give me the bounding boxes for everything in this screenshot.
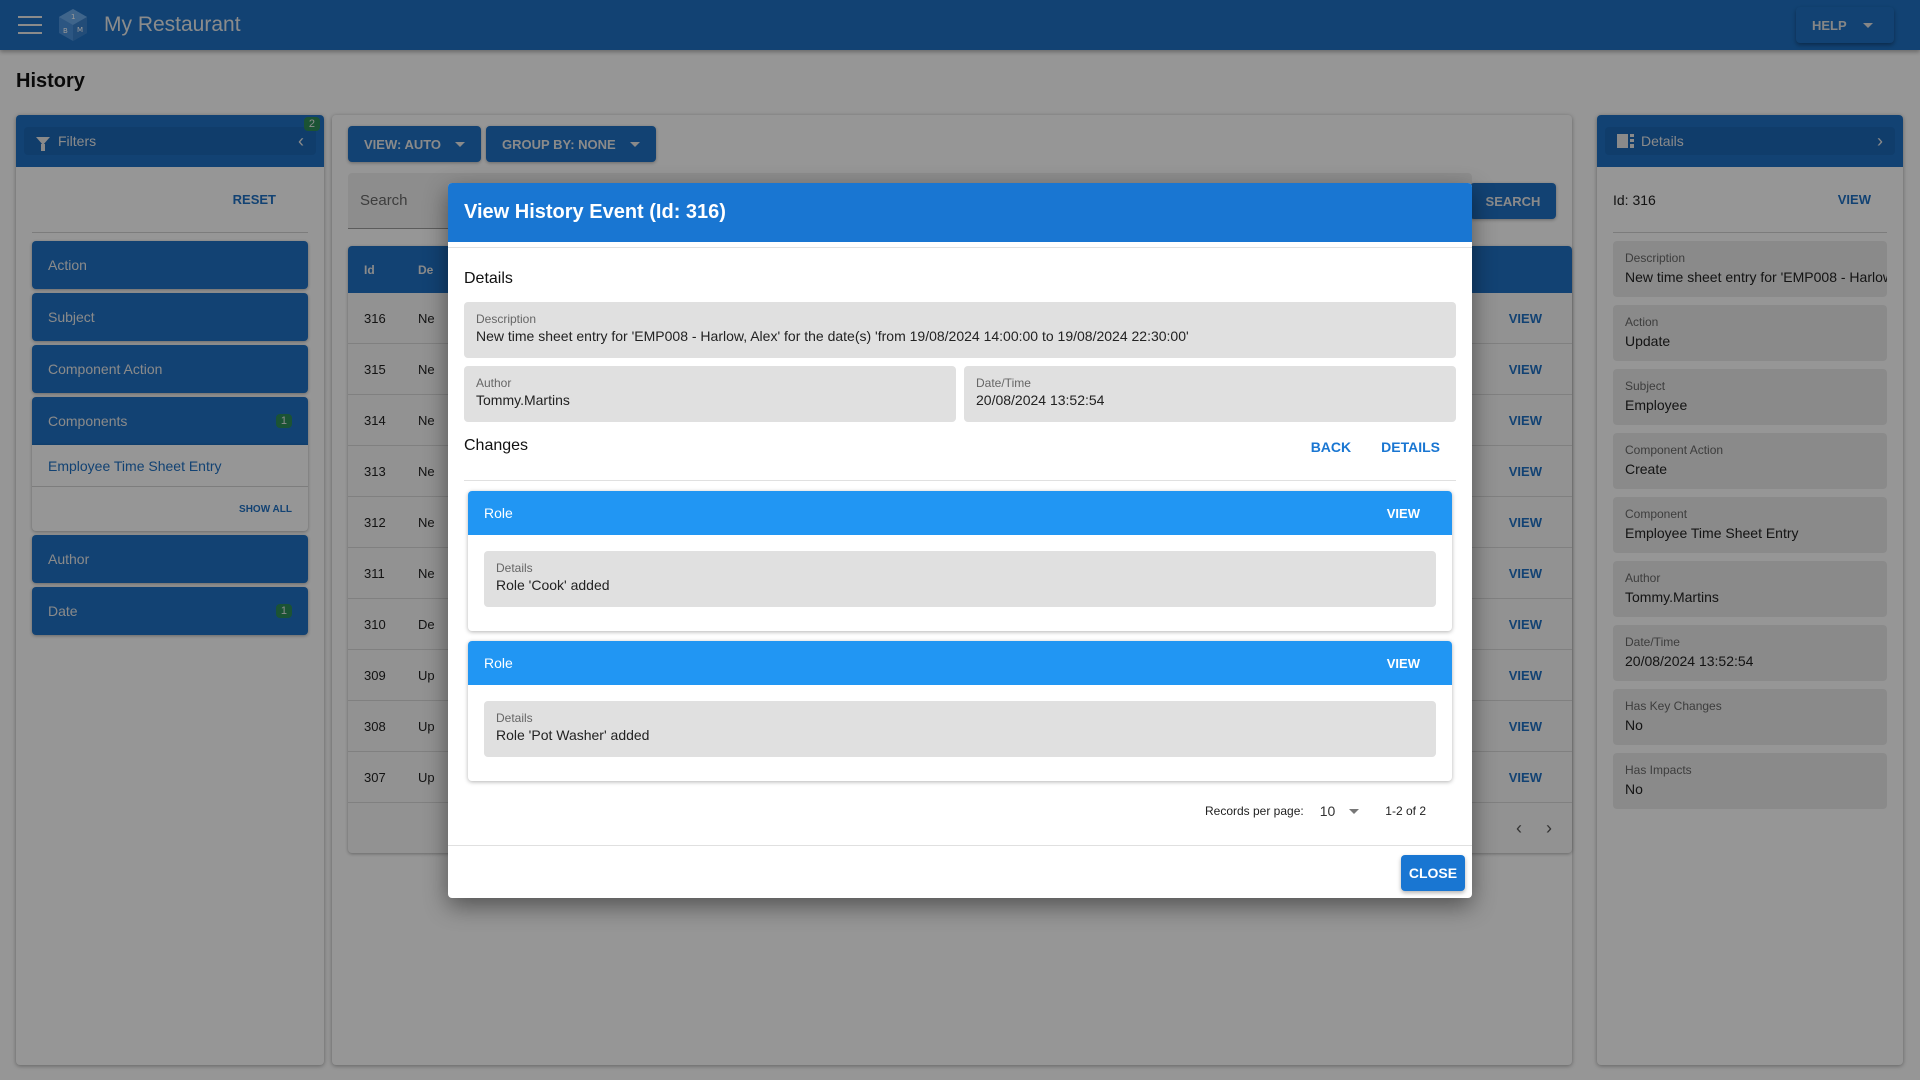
field-value: Role 'Pot Washer' added <box>496 727 650 743</box>
datetime-field: Date/Time 20/08/2024 13:52:54 <box>964 366 1456 422</box>
records-per-page-value: 10 <box>1319 803 1336 819</box>
change-details-field: Details Role 'Pot Washer' added <box>484 701 1436 757</box>
change-header: Role VIEW <box>468 491 1452 535</box>
author-field: Author Tommy.Martins <box>464 366 956 422</box>
description-field: Description New time sheet entry for 'EM… <box>464 302 1456 358</box>
change-card: Role VIEW Details Role 'Cook' added <box>468 491 1452 631</box>
field-label: Description <box>476 312 537 326</box>
back-button[interactable]: BACK <box>1311 439 1351 455</box>
field-value: 20/08/2024 13:52:54 <box>976 392 1105 408</box>
change-view-button[interactable]: VIEW <box>1387 656 1420 671</box>
field-label: Details <box>496 711 533 725</box>
change-title: Role <box>484 655 513 671</box>
view-history-event-dialog: View History Event (Id: 316) Details Des… <box>448 183 1472 898</box>
changes-heading: Changes <box>464 437 529 454</box>
changes-pagination: Records per page: 10 1-2 of 2 <box>464 781 1456 841</box>
change-title: Role <box>484 505 513 521</box>
field-label: Date/Time <box>976 376 1031 390</box>
page-range: 1-2 of 2 <box>1385 804 1426 818</box>
field-label: Details <box>496 561 533 575</box>
field-label: Author <box>476 376 512 390</box>
close-button[interactable]: CLOSE <box>1401 855 1465 891</box>
details-button[interactable]: DETAILS <box>1381 439 1440 455</box>
field-value: Tommy.Martins <box>476 392 570 408</box>
divider <box>464 480 1456 481</box>
change-details-field: Details Role 'Cook' added <box>484 551 1436 607</box>
details-heading: Details <box>464 270 513 287</box>
change-card: Role VIEW Details Role 'Pot Washer' added <box>468 641 1452 781</box>
change-header: Role VIEW <box>468 641 1452 685</box>
change-view-button[interactable]: VIEW <box>1387 506 1420 521</box>
records-per-page-select[interactable]: 10 <box>1320 803 1360 819</box>
field-value: Role 'Cook' added <box>496 577 610 593</box>
caret-down-icon <box>1349 808 1360 814</box>
field-value: New time sheet entry for 'EMP008 - Harlo… <box>476 328 1189 344</box>
records-per-page-label: Records per page: <box>1204 804 1304 818</box>
dialog-title: View History Event (Id: 316) <box>448 183 1472 247</box>
